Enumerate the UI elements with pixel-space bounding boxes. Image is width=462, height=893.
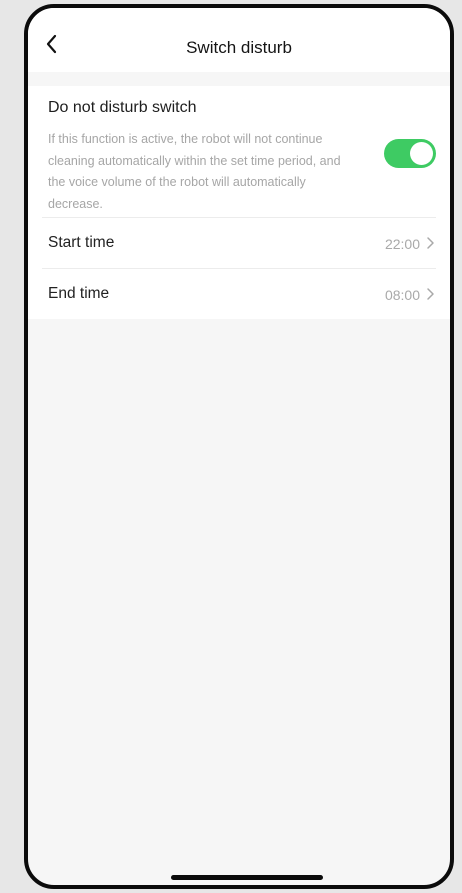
start-time-value: 22:00 [384, 236, 420, 252]
end-time-label: End time [48, 285, 110, 302]
page-title: Switch disturb [186, 38, 292, 57]
chevron-right-icon [427, 288, 434, 300]
toggle-knob [410, 142, 433, 165]
do-not-disturb-row: Do not disturb switch If this function i… [42, 86, 436, 218]
start-time-label: Start time [48, 234, 115, 251]
end-time-row[interactable]: End time 08:00 [42, 269, 436, 319]
header-bar: Switch disturb [28, 8, 450, 72]
do-not-disturb-title: Do not disturb switch [48, 99, 197, 116]
do-not-disturb-description: If this function is active, the robot wi… [48, 132, 341, 211]
end-time-value: 08:00 [384, 287, 420, 303]
settings-card: Do not disturb switch If this function i… [28, 86, 450, 319]
do-not-disturb-toggle[interactable] [384, 139, 436, 168]
start-time-row[interactable]: Start time 22:00 [42, 218, 436, 269]
home-indicator [171, 875, 323, 880]
phone-frame: Switch disturb Do not disturb switch If … [24, 4, 454, 889]
chevron-right-icon [427, 237, 434, 249]
